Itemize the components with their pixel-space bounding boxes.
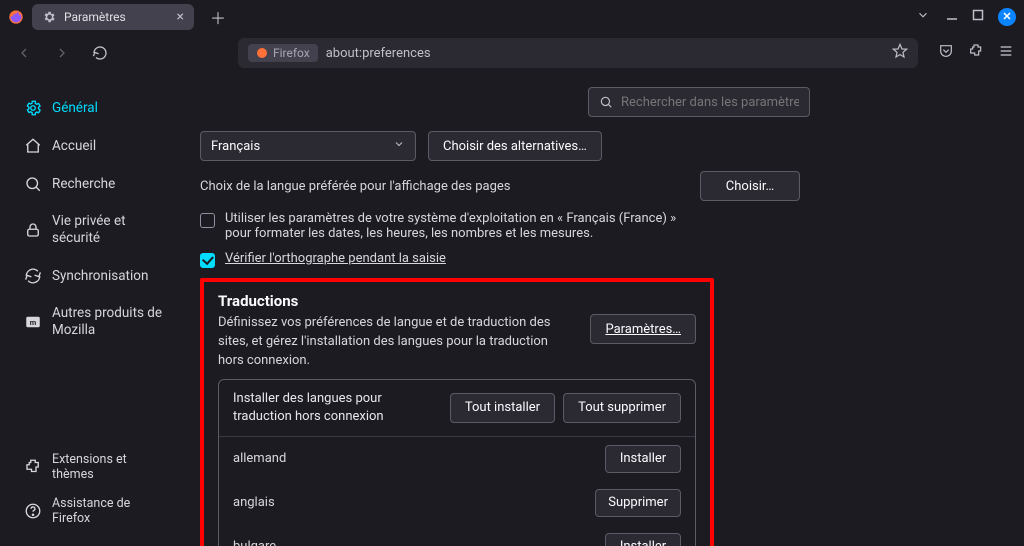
language-row: bulgare Installer — [219, 525, 695, 546]
sidebar-item-label: Accueil — [52, 138, 96, 154]
sidebar-item-privacy[interactable]: Vie privée et sécurité — [16, 205, 174, 255]
browser-tab[interactable]: Paramètres × — [32, 4, 194, 30]
translations-section-highlight: Traductions Définissez vos préférences d… — [200, 278, 714, 546]
use-os-locale-label: Utiliser les paramètres de votre système… — [225, 211, 695, 241]
pref-display-label: Choix de la langue préférée pour l'affic… — [200, 179, 511, 194]
sidebar-item-more-mozilla[interactable]: m Autres produits de Mozilla — [16, 297, 174, 347]
language-select-value: Français — [211, 139, 260, 154]
language-row: anglais Supprimer — [219, 481, 695, 525]
search-icon — [599, 95, 613, 109]
language-name: allemand — [233, 451, 286, 466]
chevron-down-icon — [393, 138, 405, 154]
language-action-button[interactable]: Installer — [605, 445, 681, 473]
window-titlebar: Paramètres × ＋ ✕ — [0, 0, 1024, 33]
install-all-button[interactable]: Tout installer — [450, 393, 555, 423]
gear-icon — [42, 10, 56, 24]
remove-all-button[interactable]: Tout supprimer — [563, 393, 681, 423]
language-action-button[interactable]: Installer — [605, 533, 681, 546]
translations-heading: Traductions — [218, 292, 696, 310]
install-languages-header: Installer des langues pour traduction ho… — [233, 390, 436, 426]
sidebar-item-label: Vie privée et sécurité — [52, 213, 166, 247]
choose-languages-button[interactable]: Choisir… — [700, 171, 800, 201]
sidebar-item-label: Assistance de Firefox — [52, 496, 166, 526]
settings-sidebar: Général Accueil Recherche Vie privée et … — [0, 73, 190, 546]
sidebar-item-general[interactable]: Général — [16, 91, 174, 125]
choose-alternatives-button[interactable]: Choisir des alternatives… — [428, 131, 602, 161]
window-close-button[interactable]: ✕ — [998, 8, 1016, 26]
language-row: allemand Installer — [219, 437, 695, 481]
identity-label: Firefox — [273, 46, 310, 60]
forward-button[interactable] — [48, 39, 76, 67]
spellcheck-checkbox-row[interactable]: Vérifier l'orthographe pendant la saisie — [200, 251, 800, 268]
settings-search-box[interactable] — [588, 87, 810, 117]
sidebar-item-support[interactable]: Assistance de Firefox — [16, 490, 174, 532]
save-to-pocket-icon[interactable] — [938, 43, 954, 63]
language-name: bulgare — [233, 539, 276, 546]
browser-toolbar: Firefox about:preferences — [0, 33, 1024, 73]
language-action-button[interactable]: Supprimer — [595, 489, 681, 517]
extensions-icon[interactable] — [968, 43, 984, 63]
identity-chip[interactable]: Firefox — [248, 44, 318, 62]
firefox-logo-icon[interactable] — [8, 9, 24, 25]
translations-description: Définissez vos préférences de langue et … — [218, 314, 570, 371]
bookmark-star-icon[interactable] — [892, 43, 908, 63]
settings-search-input[interactable] — [621, 95, 799, 110]
checkbox-checked-icon[interactable] — [200, 253, 215, 268]
checkbox-unchecked-icon[interactable] — [200, 213, 215, 228]
url-text: about:preferences — [326, 46, 884, 61]
use-os-locale-checkbox-row[interactable]: Utiliser les paramètres de votre système… — [200, 211, 800, 241]
sidebar-item-label: Extensions et thèmes — [52, 452, 166, 482]
sidebar-item-extensions[interactable]: Extensions et thèmes — [16, 446, 174, 488]
sidebar-item-sync[interactable]: Synchronisation — [16, 259, 174, 293]
translations-settings-button[interactable]: Paramètres… — [590, 314, 696, 344]
tab-title: Paramètres — [64, 10, 169, 24]
chevron-down-icon[interactable] — [916, 8, 930, 26]
minimize-icon[interactable] — [946, 9, 958, 25]
url-bar[interactable]: Firefox about:preferences — [238, 38, 918, 68]
language-select[interactable]: Français — [200, 131, 416, 161]
spellcheck-label: Vérifier l'orthographe pendant la saisie — [225, 251, 446, 266]
sidebar-item-search[interactable]: Recherche — [16, 167, 174, 201]
app-menu-icon[interactable] — [998, 43, 1014, 63]
translations-languages-box: Installer des langues pour traduction ho… — [218, 379, 696, 546]
back-button[interactable] — [10, 39, 38, 67]
reload-button[interactable] — [86, 39, 114, 67]
sidebar-item-label: Général — [52, 100, 98, 116]
language-name: anglais — [233, 495, 275, 510]
sidebar-item-label: Recherche — [52, 176, 115, 192]
sidebar-item-home[interactable]: Accueil — [16, 129, 174, 163]
settings-main-panel: Français Choisir des alternatives… Choix… — [190, 73, 1024, 546]
sidebar-item-label: Synchronisation — [52, 268, 148, 284]
new-tab-button[interactable]: ＋ — [202, 5, 234, 29]
svg-text:m: m — [30, 318, 37, 327]
maximize-icon[interactable] — [972, 9, 984, 25]
close-icon[interactable]: × — [177, 9, 184, 25]
sidebar-item-label: Autres produits de Mozilla — [52, 305, 166, 339]
